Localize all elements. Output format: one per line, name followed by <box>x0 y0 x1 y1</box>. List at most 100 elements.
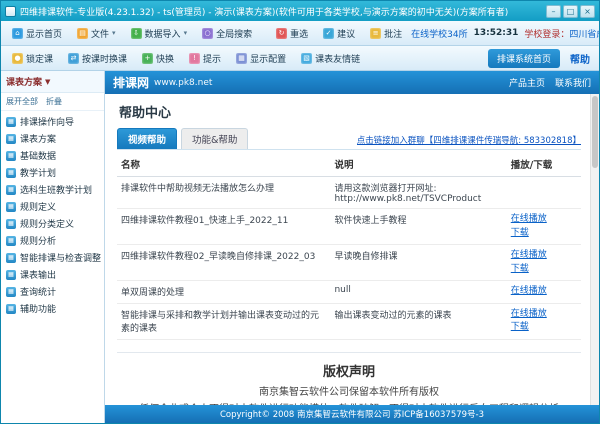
play-online-link[interactable]: 在线播放 <box>511 285 577 299</box>
sidebar-item-4[interactable]: ▦ 选科生班教学计划 <box>1 181 104 198</box>
toolbar-second-button-1[interactable]: ⇄按课时换课 <box>62 49 133 68</box>
tree-node-icon: ▦ <box>6 185 16 195</box>
tree-node-icon: ▦ <box>6 287 16 297</box>
chevron-down-icon: ▾ <box>112 29 116 37</box>
toolbar-top-button-2[interactable]: ⇩数据导入▾ <box>125 24 194 43</box>
sidebar-item-2[interactable]: ▦基础数据 <box>1 147 104 164</box>
sidebar-item-9[interactable]: ▦课表输出 <box>1 266 104 283</box>
toolbar-second-button-5[interactable]: ▧课表友情链 <box>295 49 366 68</box>
maximize-button[interactable]: □ <box>563 5 578 18</box>
school-link[interactable]: 四川省成都市航天中学校(高中) <box>569 30 600 40</box>
site-brand[interactable]: 排课网 <box>113 74 149 91</box>
sidebar-item-label: 课表方案 <box>20 132 56 145</box>
import-icon: ⇩ <box>131 28 142 39</box>
toolbar-top-tool-label-1: 建议 <box>337 27 355 40</box>
sidebar-item-8[interactable]: ▦智能排课与检查调整 <box>1 249 104 266</box>
home-icon: ⌂ <box>12 28 23 39</box>
sidebar-item-label: 规则定义 <box>20 200 56 213</box>
tree-node-icon: ▦ <box>6 219 16 229</box>
sidebar-item-label: 查询统计 <box>20 285 56 298</box>
scrollbar-thumb[interactable] <box>592 96 598 168</box>
download-link[interactable]: 下载 <box>511 227 577 241</box>
window-controls: – □ × <box>546 5 595 18</box>
sidebar-item-label: 排课操作向导 <box>20 115 74 128</box>
download-link[interactable]: 下载 <box>511 321 577 335</box>
site-url[interactable]: www.pk8.net <box>154 78 212 88</box>
row-links: 在线播放下载 <box>507 209 581 245</box>
site-header: 排课网 www.pk8.net 产品主页联系我们 <box>105 71 599 94</box>
qq-group-link[interactable]: 点击链接加入群聊【四维排课课件传瑞导航: 583302818】 <box>357 134 581 149</box>
help-content: 帮助中心 视频帮助功能&帮助 点击链接加入群聊【四维排课课件传瑞导航: 5833… <box>105 94 599 405</box>
row-name: 四维排课软件教程01_快速上手_2022_11 <box>117 209 330 245</box>
toolbar-second-button-3[interactable]: !提示 <box>183 49 227 68</box>
search-icon: ○ <box>202 28 213 39</box>
play-online-link[interactable]: 在线播放 <box>511 308 577 322</box>
copyright-section: 版权声明 南京集智云软件公司保留本软件所有版权任何企业或个人不得对本软件进行功能… <box>117 352 581 406</box>
toolbar-second-button-2[interactable]: +快换 <box>136 49 180 68</box>
sidebar-item-11[interactable]: ▦辅助功能 <box>1 300 104 317</box>
sidebar-item-10[interactable]: ▦ 查询统计 <box>1 283 104 300</box>
scheme-selector[interactable]: 课表方案 ▼ <box>1 71 104 93</box>
toolbar-second-button-label-4: 显示配置 <box>250 52 286 65</box>
sidebar-item-label: 智能排课与检查调整 <box>20 251 101 264</box>
toolbar-second-button-0[interactable]: ●锁定课 <box>6 49 59 68</box>
tree-node-icon: ▦ <box>6 202 16 212</box>
toolbar-status: 在线学校34所 13:52:31 学校登录：四川省成都市航天中学校(高中) <box>411 27 600 40</box>
sidebar-item-7[interactable]: ▦规则分析 <box>1 232 104 249</box>
row-name: 智能排课与采排和教学计划并输出课表变动过的元素的课表 <box>117 303 330 339</box>
toolbar-top-button-label-0: 显示首页 <box>26 27 62 40</box>
tab-1[interactable]: 功能&帮助 <box>181 128 248 149</box>
table-row: 四维排课软件教程01_快速上手_2022_11软件快速上手教程在线播放下载 <box>117 209 581 245</box>
tree-node-icon: ▦ <box>6 304 16 314</box>
window-title: 四维排课软件-专业版(4.23.1.32) - ts(管理员) - 演示(课表方… <box>20 5 542 18</box>
toolbar-top-tool-2[interactable]: ≡批注 <box>364 24 408 43</box>
sidebar-item-1[interactable]: ▦ 课表方案 <box>1 130 104 147</box>
sidebar-item-label: 选科生班教学计划 <box>20 183 92 196</box>
close-button[interactable]: × <box>580 5 595 18</box>
toolbar-top-tool-0[interactable]: ↻重选 <box>270 24 314 43</box>
minimize-button[interactable]: – <box>546 5 561 18</box>
clock: 13:52:31 <box>474 28 519 38</box>
toolbar-top-button-0[interactable]: ⌂显示首页 <box>6 24 68 43</box>
scheduling-home-button[interactable]: 排课系统首页 <box>488 49 560 68</box>
toolbar-second-button-label-3: 提示 <box>203 52 221 65</box>
display-config-icon: ▦ <box>236 53 247 64</box>
toolbar-second-button-label-0: 锁定课 <box>26 52 53 65</box>
help-table: 名称说明播放/下载 排课软件中帮助视频无法播放怎么办理请用这款浏览器打开网址: … <box>117 152 581 340</box>
tree-node-icon: ▦ <box>6 134 16 144</box>
toolbar-top-button-label-3: 全局搜索 <box>216 27 252 40</box>
copyright-line-1: 任何企业或个人不得对本软件进行功能模仿、软件破解，不得对本软件进行反向工程和逻辑… <box>117 401 581 406</box>
site-nav-link-0[interactable]: 产品主页 <box>509 76 545 89</box>
quick-swap-icon: + <box>142 53 153 64</box>
toolbar-top: ⌂显示首页▤文件▾⇩数据导入▾○全局搜索 ↻重选✓建议≡批注 在线学校34所 1… <box>1 21 599 46</box>
site-nav-link-1[interactable]: 联系我们 <box>555 76 591 89</box>
toolbar-top-tool-1[interactable]: ✓建议 <box>317 24 361 43</box>
toolbar-top-buttons: ⌂显示首页▤文件▾⇩数据导入▾○全局搜索 <box>6 24 258 43</box>
download-link[interactable]: 下载 <box>511 263 577 277</box>
online-schools-link[interactable]: 在线学校34所 <box>411 27 467 40</box>
table-column-header-1: 说明 <box>330 152 506 177</box>
expand-all-button[interactable]: 展开全部 <box>6 96 38 107</box>
hint-icon: ! <box>189 53 200 64</box>
title-bar: 四维排课软件-专业版(4.23.1.32) - ts(管理员) - 演示(课表方… <box>1 1 599 21</box>
play-online-link[interactable]: 在线播放 <box>511 249 577 263</box>
toolbar-second-button-label-1: 按课时换课 <box>82 52 127 65</box>
toolbar-second-button-label-5: 课表友情链 <box>315 52 360 65</box>
tabs-container: 视频帮助功能&帮助 <box>117 128 248 149</box>
toolbar-top-button-3[interactable]: ○全局搜索 <box>196 24 258 43</box>
toolbar-second-button-4[interactable]: ▦显示配置 <box>230 49 292 68</box>
row-links: 在线播放 <box>507 281 581 304</box>
sidebar-item-3[interactable]: ▦教学计划 <box>1 164 104 181</box>
lock-icon: ● <box>12 53 23 64</box>
vertical-scrollbar[interactable] <box>590 94 599 405</box>
sidebar-item-0[interactable]: ▦排课操作向导 <box>1 113 104 130</box>
toolbar-second-right: 排课系统首页 帮助 <box>488 49 594 68</box>
help-button[interactable]: 帮助 <box>566 51 594 66</box>
sidebar-item-5[interactable]: ▦ 规则定义 <box>1 198 104 215</box>
play-online-link[interactable]: 在线播放 <box>511 213 577 227</box>
row-description: 输出课表变动过的元素的课表 <box>330 303 506 339</box>
tab-0[interactable]: 视频帮助 <box>117 128 177 149</box>
toolbar-top-button-1[interactable]: ▤文件▾ <box>71 24 122 43</box>
sidebar-item-6[interactable]: ▦规则分类定义 <box>1 215 104 232</box>
collapse-button[interactable]: 折叠 <box>46 96 62 107</box>
